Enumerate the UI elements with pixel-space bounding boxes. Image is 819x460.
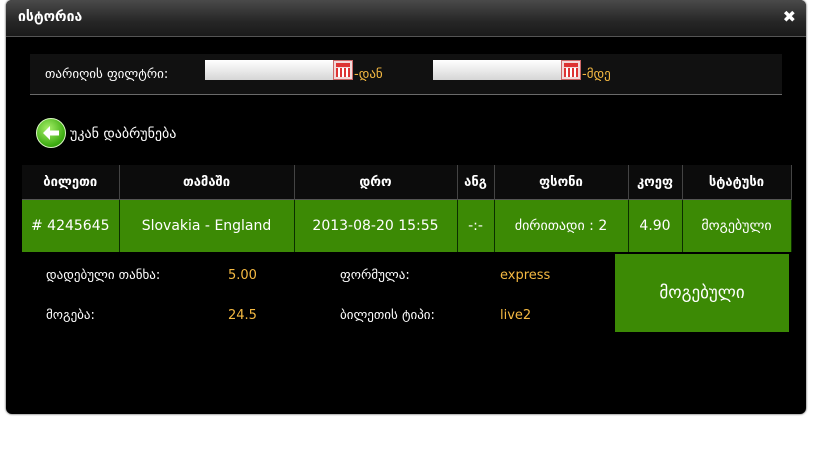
win-value: 24.5 xyxy=(228,308,257,323)
header-bet: ფსონი xyxy=(494,165,629,200)
calendar-from-icon[interactable] xyxy=(333,60,353,80)
ticket-type-label: ბილეთის ტიპი: xyxy=(340,308,435,323)
stake-value: 5.00 xyxy=(228,268,257,283)
date-from-input[interactable] xyxy=(205,60,333,80)
close-icon[interactable]: ✖ xyxy=(783,8,796,26)
table-header-row: ბილეთი თამაში დრო ანგ ფსონი კოეფ სტატუსი xyxy=(22,165,792,200)
date-filter-label: თარიღის ფილტრი: xyxy=(45,67,169,82)
cell-game: Slovakia - England xyxy=(119,199,295,252)
cell-bet: ძირითადი : 2 xyxy=(494,199,629,252)
header-odds: კოეფ xyxy=(628,165,683,200)
table-row[interactable]: # 4245645 Slovakia - England 2013-08-20 … xyxy=(22,199,792,252)
header-score: ანგ xyxy=(457,165,495,200)
ticket-table: ბილეთი თამაში დრო ანგ ფსონი კოეფ სტატუსი… xyxy=(22,165,792,252)
stake-label: დადებული თანხა: xyxy=(46,268,161,283)
header-status: სტატუსი xyxy=(682,165,792,200)
cell-status: მოგებული xyxy=(682,199,792,252)
status-badge: მოგებული xyxy=(615,254,789,332)
ticket-type-value: live2 xyxy=(500,308,532,323)
title-bar[interactable]: ისტორია ✖ xyxy=(6,0,806,37)
history-dialog: ისტორია ✖ თარიღის ფილტრი: -დან -მდე უკან… xyxy=(6,0,806,414)
cell-ticket: # 4245645 xyxy=(22,199,120,252)
cell-time: 2013-08-20 15:55 xyxy=(294,199,458,252)
dialog-title: ისტორია xyxy=(18,9,83,25)
date-to-suffix: -მდე xyxy=(582,67,611,82)
cell-score: -:- xyxy=(457,199,495,252)
date-to-input[interactable] xyxy=(433,60,561,80)
date-from-suffix: -დან xyxy=(354,67,383,82)
header-game: თამაში xyxy=(119,165,295,200)
header-ticket: ბილეთი xyxy=(22,165,120,200)
formula-value: express xyxy=(500,268,551,283)
calendar-to-icon[interactable] xyxy=(561,60,581,80)
back-arrow-icon[interactable] xyxy=(36,118,66,148)
win-label: მოგება: xyxy=(46,308,95,323)
formula-label: ფორმულა: xyxy=(340,268,410,283)
back-button-label: უკან დაბრუნება xyxy=(70,126,177,142)
cell-odds: 4.90 xyxy=(628,199,683,252)
header-time: დრო xyxy=(294,165,458,200)
date-filter-bar: თარიღის ფილტრი: -დან -მდე xyxy=(30,54,782,95)
